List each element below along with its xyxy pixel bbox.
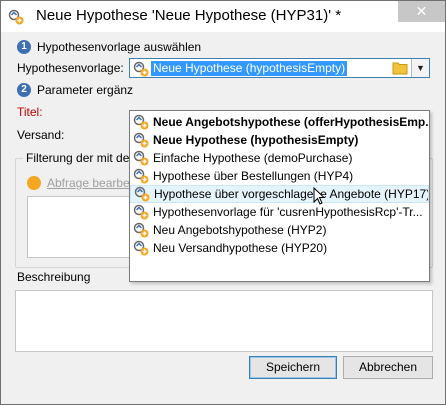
mouse-cursor-icon (313, 187, 325, 205)
hypothesis-icon (133, 132, 149, 148)
hypothesis-icon (133, 150, 149, 166)
query-icon (27, 176, 41, 190)
hypothesis-icon (8, 9, 24, 25)
template-label: Hypothesenvorlage: (17, 61, 124, 75)
hypothesis-icon (134, 186, 150, 202)
filter-groupbox-title: Filterung der mit de (23, 151, 133, 165)
hypothesis-dialog: Neue Hypothese 'Neue Hypothese (HYP31)' … (0, 0, 446, 405)
dropdown-item[interactable]: Neu Versandhypothese (HYP20) (130, 239, 429, 257)
hypothesis-icon (133, 114, 149, 130)
description-textarea[interactable] (15, 290, 433, 352)
folder-icon[interactable] (392, 61, 408, 75)
step-2-number: 2 (17, 83, 31, 97)
title-label: Titel: (17, 105, 43, 119)
delivery-label: Versand: (17, 128, 65, 142)
step-2-label: Parameter ergänz (37, 83, 134, 97)
dropdown-item-label: Neue Angebotshypothese (offerHypothesisE… (153, 115, 429, 129)
hypothesis-icon (133, 240, 149, 256)
step-1: 1 Hypothesenvorlage auswählen (17, 40, 201, 54)
hypothesis-icon (133, 204, 149, 220)
edit-query-link[interactable]: Abfrage bearbe (27, 176, 130, 190)
dropdown-item-label: Neu Versandhypothese (HYP20) (153, 241, 328, 255)
dropdown-item[interactable]: Neu Angebotshypothese (HYP2) (130, 221, 429, 239)
dropdown-item-hovered[interactable]: Hypothese über vorgeschlagene Angebote (… (130, 185, 429, 203)
step-1-label: Hypothesenvorlage auswählen (37, 40, 202, 54)
template-select[interactable]: Neue Hypothese (hypothesisEmpty) ▼ (129, 58, 430, 78)
hypothesis-icon (133, 222, 149, 238)
template-select-value: Neue Hypothese (hypothesisEmpty) (151, 61, 348, 76)
cancel-button[interactable]: Abbrechen (343, 356, 433, 379)
dropdown-item-label: Hypothese über Bestellungen (HYP4) (153, 169, 354, 183)
chevron-down-icon[interactable]: ▼ (411, 59, 429, 77)
dropdown-item[interactable]: Hypothese über Bestellungen (HYP4) (130, 167, 429, 185)
close-button[interactable]: ✕ (398, 1, 445, 22)
title-bar[interactable]: Neue Hypothese 'Neue Hypothese (HYP31)' … (1, 1, 445, 32)
hypothesis-icon (133, 61, 149, 77)
dropdown-item-label: Neu Angebotshypothese (HYP2) (153, 223, 327, 237)
dropdown-item-label: Hypothese über vorgeschlagene Angebote (… (154, 187, 429, 201)
description-label: Beschreibung (17, 270, 91, 284)
step-1-number: 1 (17, 40, 31, 54)
window-title: Neue Hypothese 'Neue Hypothese (HYP31)' … (36, 7, 342, 24)
dropdown-item-label: Neue Hypothese (hypothesisEmpty) (153, 133, 359, 147)
dropdown-item-label: Einfache Hypothese (demoPurchase) (153, 151, 353, 165)
dropdown-item[interactable]: Einfache Hypothese (demoPurchase) (130, 149, 429, 167)
template-dropdown-list: Neue Angebotshypothese (offerHypothesisE… (129, 110, 430, 282)
dropdown-item[interactable]: Neue Hypothese (hypothesisEmpty) (130, 131, 429, 149)
hypothesis-icon (133, 168, 149, 184)
dropdown-item[interactable]: Hypothesenvorlage für 'cusrenHypothesisR… (130, 203, 429, 221)
dropdown-item[interactable]: Neue Angebotshypothese (offerHypothesisE… (130, 113, 429, 131)
edit-query-label: Abfrage bearbe (47, 176, 130, 190)
dropdown-item-label: Hypothesenvorlage für 'cusrenHypothesisR… (153, 205, 423, 219)
save-button[interactable]: Speichern (249, 356, 337, 379)
dialog-content: 1 Hypothesenvorlage auswählen Hypothesen… (1, 32, 445, 404)
step-2: 2 Parameter ergänz (17, 83, 133, 97)
